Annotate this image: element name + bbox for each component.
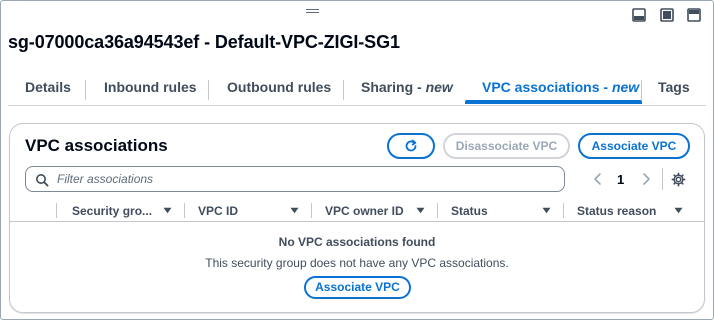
filter-search-box[interactable] <box>25 166 565 192</box>
sort-caret-down-icon[interactable] <box>674 207 683 214</box>
column-divider <box>437 203 438 218</box>
tab-tags[interactable]: Tags <box>658 72 690 105</box>
panel-title: VPC associations <box>25 136 168 155</box>
column-divider <box>311 203 312 218</box>
refresh-button[interactable] <box>387 133 435 159</box>
split-bottom-icon[interactable] <box>632 8 648 24</box>
pager-divider <box>662 168 663 190</box>
column-header-status[interactable]: Status <box>451 200 488 222</box>
tab-divider <box>208 80 209 100</box>
empty-state-description: This security group does not have any VP… <box>205 256 509 270</box>
page-title: sg-07000ca36a94543ef - Default-VPC-ZIGI-… <box>8 32 400 52</box>
gear-icon[interactable] <box>671 172 686 187</box>
resize-handle[interactable] <box>306 9 319 15</box>
empty-state-title: No VPC associations found <box>278 235 436 249</box>
split-side-icon[interactable] <box>660 8 676 24</box>
search-icon <box>36 174 49 187</box>
filter-associations-input[interactable] <box>57 169 557 189</box>
sort-caret-down-icon[interactable] <box>416 207 425 214</box>
column-divider <box>184 203 185 218</box>
column-header-vpc-id[interactable]: VPC ID <box>198 200 238 222</box>
previous-page-icon[interactable] <box>592 172 604 186</box>
column-header-security-group[interactable]: Security gro... <box>72 200 152 222</box>
tab-divider <box>85 80 86 100</box>
column-divider <box>563 203 564 218</box>
tab-details[interactable]: Details <box>25 72 71 105</box>
current-page-number[interactable]: 1 <box>617 172 624 187</box>
column-header-vpc-owner-id[interactable]: VPC owner ID <box>325 200 404 222</box>
column-divider <box>56 203 57 218</box>
refresh-icon <box>405 139 417 152</box>
next-page-icon[interactable] <box>640 172 652 186</box>
tab-divider <box>343 80 344 100</box>
tab-divider <box>641 80 642 100</box>
tab-inbound-rules[interactable]: Inbound rules <box>104 72 197 105</box>
active-tab-indicator <box>465 100 642 104</box>
sort-caret-down-icon[interactable] <box>163 207 172 214</box>
fullscreen-icon[interactable] <box>687 8 703 24</box>
empty-state-associate-vpc-button[interactable]: Associate VPC <box>304 276 411 299</box>
tab-outbound-rules[interactable]: Outbound rules <box>227 72 331 105</box>
column-header-status-reason[interactable]: Status reason <box>577 200 656 222</box>
disassociate-vpc-button[interactable]: Disassociate VPC <box>443 133 570 159</box>
associate-vpc-button[interactable]: Associate VPC <box>578 133 690 159</box>
sort-caret-down-icon[interactable] <box>542 207 551 214</box>
sort-caret-down-icon[interactable] <box>290 207 299 214</box>
tab-sharing[interactable]: Sharing - new <box>361 72 453 105</box>
